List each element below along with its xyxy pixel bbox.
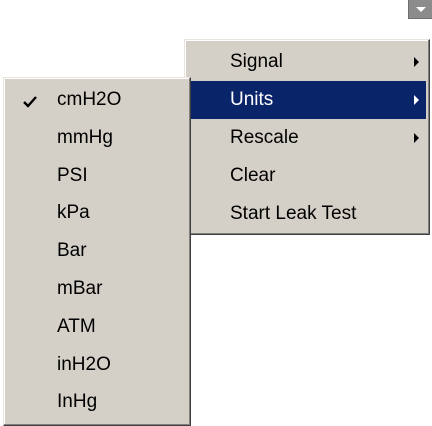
- unit-item-label: Bar: [57, 240, 87, 262]
- units-submenu: cmH2O mmHg PSI kPa Bar mBar ATM inH2O In…: [3, 77, 191, 426]
- unit-item-label: inH2O: [57, 353, 111, 375]
- menu-item-start-leak-test[interactable]: Start Leak Test: [185, 195, 429, 233]
- chevron-down-icon: [416, 7, 426, 12]
- unit-item-label: kPa: [57, 202, 90, 224]
- menu-item-label: Rescale: [230, 127, 299, 148]
- unit-item-label: InHg: [57, 391, 98, 413]
- checkmark-icon: [23, 96, 37, 108]
- unit-item-bar[interactable]: Bar: [4, 232, 190, 270]
- menu-item-label: Signal: [230, 51, 283, 72]
- unit-item-label: cmH2O: [57, 89, 122, 110]
- menu-item-signal[interactable]: Signal: [185, 43, 429, 81]
- unit-item-label: ATM: [57, 315, 96, 337]
- unit-item-inh2o[interactable]: inH2O: [4, 346, 190, 384]
- menu-item-clear[interactable]: Clear: [185, 157, 429, 195]
- unit-item-label: PSI: [57, 164, 88, 186]
- menu-item-rescale[interactable]: Rescale: [185, 119, 429, 157]
- menu-item-units[interactable]: Units: [188, 81, 426, 119]
- unit-item-label: mmHg: [57, 126, 113, 148]
- unit-item-label: mBar: [57, 277, 103, 299]
- unit-item-cmh2o[interactable]: cmH2O: [4, 81, 190, 119]
- submenu-arrow-icon: [414, 133, 419, 143]
- context-menu: Signal Units Rescale Clear Start Leak Te…: [184, 39, 430, 235]
- unit-item-mmhg[interactable]: mmHg: [4, 119, 190, 157]
- dropdown-toggle-button[interactable]: [408, 0, 432, 19]
- menu-item-label: Start Leak Test: [230, 203, 357, 224]
- menu-item-label: Clear: [230, 165, 276, 186]
- submenu-arrow-icon: [414, 57, 419, 67]
- unit-item-kpa[interactable]: kPa: [4, 194, 190, 232]
- unit-item-mbar[interactable]: mBar: [4, 270, 190, 308]
- menu-item-label: Units: [230, 89, 274, 110]
- unit-item-psi[interactable]: PSI: [4, 157, 190, 195]
- unit-item-atm[interactable]: ATM: [4, 308, 190, 346]
- unit-item-inhg[interactable]: InHg: [4, 383, 190, 421]
- submenu-arrow-icon: [414, 95, 419, 105]
